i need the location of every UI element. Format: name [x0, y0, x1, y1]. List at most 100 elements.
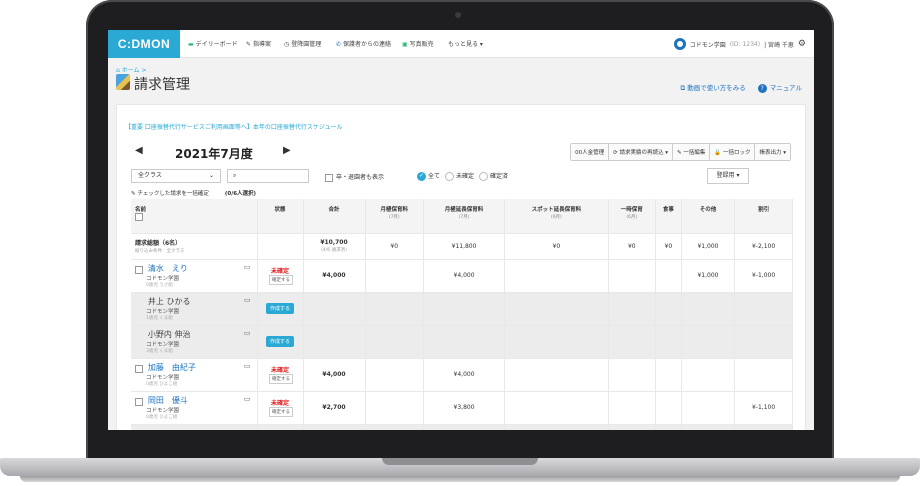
help-icon: ? — [757, 84, 767, 93]
col-spot-extension: スポット延長保育料 (6月) — [504, 199, 609, 233]
page-title: 請求管理 — [134, 77, 190, 93]
student-name-link[interactable]: 小野内 伸治 — [148, 330, 191, 339]
billing-table: 名前 状態 合計 月極保育料 (7月) 月極延長保育料 (7月) スポット延長保育料… — [131, 199, 793, 430]
col-meals: 食事 — [655, 199, 682, 233]
org-id: (ID: 1234) — [729, 40, 761, 48]
next-month-icon[interactable]: ▶ — [283, 145, 291, 156]
table-row: ▭ 井上 ひかる コドモン学園 1歳児 くま組 作成する — [131, 291, 793, 325]
laptop-notch — [382, 458, 538, 465]
confirm-button[interactable]: 確定する — [269, 275, 293, 285]
billing-icon — [116, 74, 130, 90]
radio-confirmed[interactable]: 確定済 — [479, 171, 508, 181]
payment-manage-button[interactable]: 00人金管理 — [571, 144, 610, 160]
card-icon[interactable]: ▭ — [244, 296, 251, 304]
status-unconfirmed: 未確定 — [270, 400, 289, 407]
col-other: その他 — [681, 199, 736, 233]
phone-icon: ✆ — [336, 41, 342, 48]
class-select[interactable]: 全クラス ⌄ — [131, 169, 221, 183]
class-name: 1歳児 くま組 — [146, 316, 173, 321]
nav-item-daily-board[interactable]: ▬ デイリーボード — [188, 39, 238, 48]
bulk-edit-button[interactable]: ✎ 一括編集 — [673, 144, 711, 160]
header-links: ⧉ 動画で使い方をみる ? マニュアル — [681, 82, 802, 93]
radio-unconfirmed[interactable]: 未確定 — [445, 171, 474, 181]
app-screen: C:DMON ▬ デイリーボード ✎ 指導案 ◷ 登降園管理 ✆ 保護者からの連絡 ▣ 写… — [108, 30, 814, 430]
student-name-link[interactable]: 岡田 優斗 — [148, 396, 188, 405]
action-toolbar: 00人金管理 ⟳ 請求実績の再読込 ▾ ✎ 一括編集 🔒 一括ロック 帳表出力 … — [570, 143, 791, 161]
card-icon[interactable]: ▭ — [244, 329, 251, 337]
search-input[interactable]: ⌕ — [227, 169, 309, 183]
brand-logo[interactable]: C:DMON — [108, 30, 180, 58]
create-bill-button[interactable]: 作成する — [265, 303, 294, 314]
row-checkbox[interactable] — [135, 397, 143, 406]
nav-item-more[interactable]: もっと見る ▾ — [448, 39, 483, 48]
month-label: 2021年7月度 — [175, 147, 253, 161]
checkbox[interactable] — [325, 173, 333, 182]
summary-row: 請求総額（6名） 絞り込み条件：全クラス ¥10,700 (4/6 請求済) ¥0 … — [131, 232, 793, 259]
table-row: ▭ 小野内 伸治 コドモン学園 3歳児 くま組 作成する — [131, 324, 793, 358]
confirm-button[interactable]: 確定する — [269, 374, 293, 384]
card-icon[interactable]: ▭ — [244, 263, 251, 271]
radio-all[interactable]: 全て — [417, 171, 440, 181]
nav-item-contact[interactable]: ✆ 保護者からの連絡 — [336, 39, 391, 48]
school-name: コドモン学園 — [146, 342, 180, 348]
card-icon[interactable]: ▭ — [244, 395, 251, 403]
nav-item-attendance[interactable]: ◷ 登降園管理 — [284, 39, 321, 48]
class-name: 0歳児 ひよこ組 — [146, 382, 178, 387]
manual-link[interactable]: ? マニュアル — [757, 82, 802, 93]
card-icon[interactable]: ▭ — [244, 362, 251, 370]
col-monthly-extension: 月極延長保育料 (7月) — [423, 199, 506, 233]
table-row: ▭ 清水 えり コドモン学園 0歳児 うさ組 未確定確定する ¥4,000 ¥4… — [131, 258, 793, 292]
bulk-confirm: ✎ チェックした請求を一括確定 (0/6人選択) — [131, 189, 256, 197]
status-unconfirmed: 未確定 — [270, 367, 289, 374]
top-nav: C:DMON ▬ デイリーボード ✎ 指導案 ◷ 登降園管理 ✆ 保護者からの連絡 ▣ 写… — [108, 30, 814, 58]
account-area: コドモン学園 (ID: 1234) | 宮崎 千恵 ⚙ — [673, 36, 806, 52]
row-checkbox[interactable] — [135, 265, 143, 274]
school-name: コドモン学園 — [146, 309, 180, 315]
school-name: コドモン学園 — [146, 276, 180, 282]
dashboard-icon: ▬ — [188, 41, 194, 48]
class-name: 0歳児 うさ組 — [146, 283, 173, 288]
photo-icon: ▣ — [402, 41, 408, 48]
notice-link[interactable]: 【重要 口座振替代行サービスご利用画面等へ】本年の口座振替代行スケジュール — [125, 122, 343, 131]
student-name-link[interactable]: 井上 ひかる — [148, 297, 191, 306]
confirm-button[interactable]: 確定する — [269, 407, 293, 417]
user-name[interactable]: | 宮崎 千恵 — [764, 40, 794, 49]
video-link[interactable]: ⧉ 動画で使い方をみる — [681, 82, 746, 93]
col-name: 名前 — [131, 199, 258, 233]
gear-icon[interactable]: ⚙ — [798, 39, 806, 49]
school-name: コドモン学園 — [146, 375, 180, 381]
table-row: ▭ 加藤 由紀子 コドモン学園 0歳児 ひよこ組 未確定確定する ¥4,000 … — [131, 357, 793, 391]
search-icon: ⌕ — [233, 172, 237, 179]
col-discount: 割引 — [734, 199, 793, 233]
billing-card: 【重要 口座振替代行サービスご利用画面等へ】本年の口座振替代行スケジュール ◀ … — [116, 104, 806, 430]
school-name: コドモン学園 — [146, 408, 180, 414]
class-name: 0歳児 ひよこ組 — [146, 415, 178, 420]
bulk-confirm-link[interactable]: ✎ チェックした請求を一括確定 — [131, 191, 209, 197]
camera-icon — [455, 12, 461, 18]
table-header-row: 名前 状態 合計 月極保育料 (7月) 月極延長保育料 (7月) スポット延長保育料… — [131, 199, 793, 233]
col-total: 合計 — [303, 199, 366, 233]
bulk-lock-button[interactable]: 🔒 一括ロック — [710, 144, 756, 160]
org-name[interactable]: コドモン学園 — [690, 40, 726, 49]
table-row: ▭ 岡田 優斗 コドモン学園 0歳児 ひよこ組 未確定確定する ¥2,700 ¥… — [131, 390, 793, 424]
student-name-link[interactable]: 清水 えり — [148, 264, 188, 273]
selection-count: (0/6人選択) — [224, 191, 257, 197]
include-graduates-toggle[interactable]: 卒・退園者も表示 — [325, 172, 384, 182]
create-bill-button[interactable]: 作成する — [265, 336, 294, 347]
reload-button[interactable]: ⟳ 請求実績の再読込 ▾ — [609, 144, 674, 160]
col-status: 状態 — [257, 199, 304, 233]
student-name-link[interactable]: 加藤 由紀子 — [148, 363, 196, 372]
external-link-icon: ⧉ — [680, 84, 686, 92]
nav-item-lesson-plan[interactable]: ✎ 指導案 — [246, 39, 271, 48]
laptop-foot — [20, 476, 900, 482]
select-all-checkbox[interactable] — [135, 213, 143, 221]
row-checkbox[interactable] — [135, 364, 143, 373]
breadcrumb[interactable]: ⌂ ホーム > — [116, 65, 146, 74]
laptop-frame: C:DMON ▬ デイリーボード ✎ 指導案 ◷ 登降園管理 ✆ 保護者からの連絡 ▣ 写… — [0, 0, 920, 486]
prev-month-icon[interactable]: ◀ — [135, 145, 143, 156]
col-temporary-care: 一時保育 (6月) — [608, 199, 656, 233]
nav-item-photo-sales[interactable]: ▣ 写真販売 — [402, 39, 434, 48]
org-icon — [673, 38, 686, 50]
register-button[interactable]: 登録用 ▾ — [707, 168, 749, 184]
export-button[interactable]: 帳表出力 ▾ — [755, 144, 790, 160]
